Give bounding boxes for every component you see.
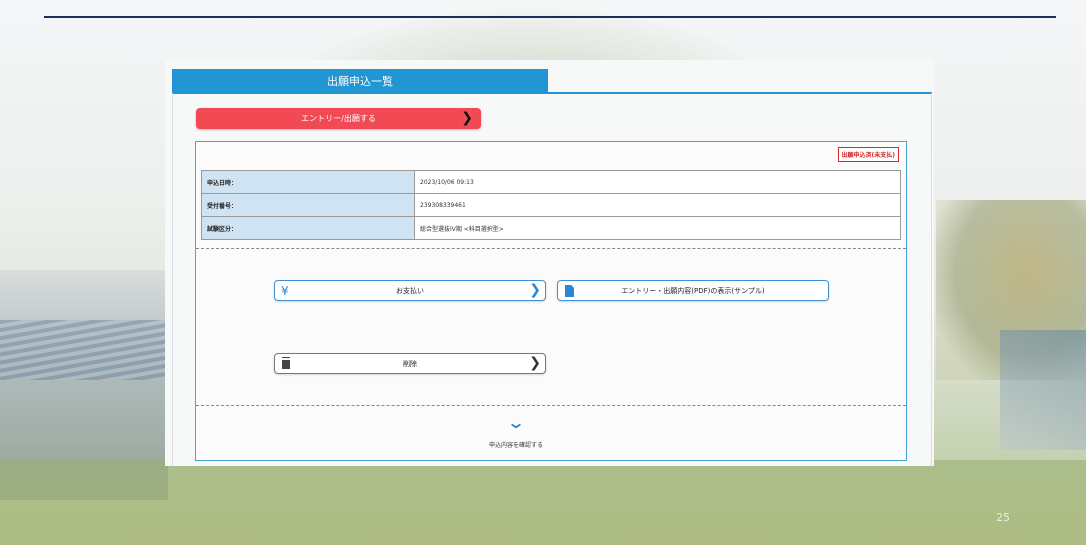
slide-number: 25: [996, 511, 1010, 524]
row-label-receipt-number: 受付番号：: [201, 193, 415, 217]
background-roof-right: [1000, 330, 1086, 450]
show-pdf-label: エントリー・出願内容(PDF)の表示(サンプル): [621, 286, 765, 295]
document-icon: [565, 285, 574, 297]
dashed-divider: [196, 248, 906, 249]
chevron-right-icon: ❯: [529, 282, 541, 298]
chevron-right-icon: ❯: [461, 110, 473, 126]
background-lawn: [0, 460, 1086, 545]
trash-icon: [282, 358, 290, 369]
row-value-receipt-number: 239308339461: [414, 193, 901, 217]
delete-button[interactable]: 削除 ❯: [274, 353, 546, 374]
slide-top-rule: [44, 16, 1056, 18]
yen-icon: ¥: [281, 284, 289, 298]
tab-application-list[interactable]: 出願申込一覧: [172, 69, 548, 93]
table-row: 申込日時： 2023/10/06 09:13: [201, 170, 901, 194]
dashed-divider: [196, 405, 906, 406]
application-card: 出願申込済(未支払) 申込日時： 2023/10/06 09:13 受付番号： …: [195, 141, 907, 461]
payment-button[interactable]: ¥ お支払い ❯: [274, 280, 546, 301]
row-label-application-date: 申込日時：: [201, 170, 415, 194]
confirm-application-link[interactable]: 申込内容を確認する: [456, 440, 576, 449]
row-value-exam-category: 総合型選抜IV期 <科目選択型>: [414, 216, 901, 240]
show-pdf-button[interactable]: エントリー・出願内容(PDF)の表示(サンプル): [557, 280, 829, 301]
chevron-right-icon: ❯: [529, 355, 541, 371]
status-badge: 出願申込済(未支払): [837, 147, 899, 162]
entry-apply-label: エントリー/出願する: [301, 114, 376, 123]
row-value-application-date: 2023/10/06 09:13: [414, 170, 901, 194]
table-row: 試験区分： 総合型選抜IV期 <科目選択型>: [201, 216, 901, 240]
row-label-exam-category: 試験区分：: [201, 216, 415, 240]
entry-apply-button[interactable]: エントリー/出願する ❯: [196, 108, 481, 129]
chevron-down-icon[interactable]: ⌄: [506, 415, 526, 431]
application-list-screen: 出願申込一覧 エントリー/出願する ❯ 出願申込済(未支払) 申込日時： 202…: [165, 60, 934, 466]
application-info-table: 申込日時： 2023/10/06 09:13 受付番号： 23930833946…: [201, 170, 901, 240]
delete-label: 削除: [403, 359, 417, 368]
table-row: 受付番号： 239308339461: [201, 193, 901, 217]
payment-label: お支払い: [396, 286, 424, 295]
background-roof-left: [0, 320, 168, 380]
